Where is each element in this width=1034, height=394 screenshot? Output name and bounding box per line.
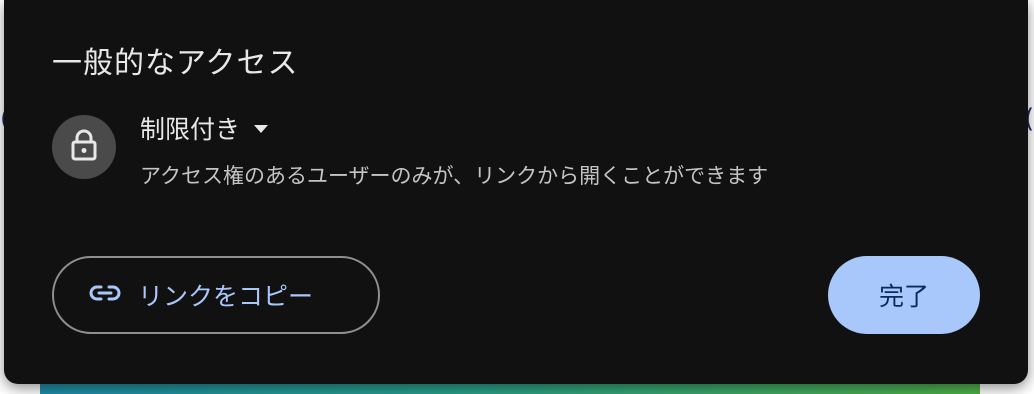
link-icon (88, 284, 122, 306)
done-label: 完了 (878, 282, 929, 311)
access-level-dropdown[interactable]: 制限付き (140, 108, 269, 148)
copy-link-label: リンクをコピー (138, 282, 314, 311)
done-button[interactable]: 完了 (828, 256, 980, 334)
copy-link-button[interactable]: リンクをコピー (52, 256, 380, 334)
share-dialog: 一般的なアクセス 制限付き アクセス権のあるユーザーのみが、リンクから開くことが… (4, 0, 1028, 384)
chevron-down-icon (254, 125, 269, 133)
general-access-title: 一般的なアクセス (52, 46, 299, 81)
lock-icon (70, 129, 98, 165)
access-description: アクセス権のあるユーザーのみが、リンクから開くことができます (140, 164, 769, 188)
access-level-label: 制限付き (140, 115, 241, 144)
access-icon-avatar (52, 115, 116, 179)
